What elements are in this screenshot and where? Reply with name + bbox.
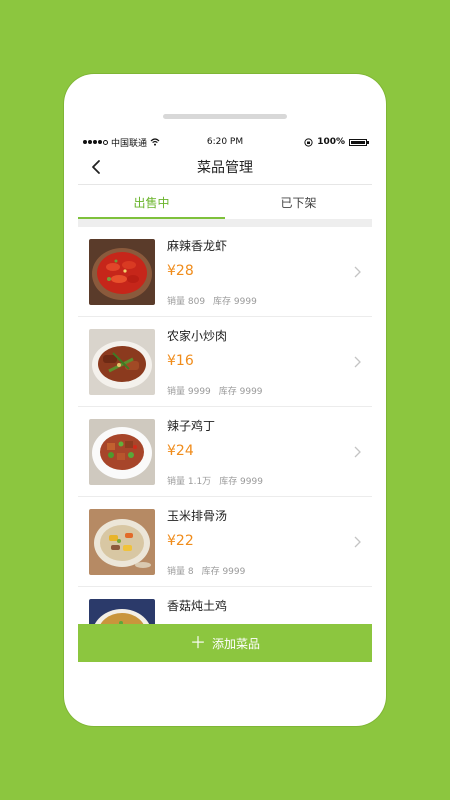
battery-percent: 100% (317, 137, 345, 147)
dish-item[interactable]: 玉米排骨汤 ¥22 销量 8 库存 9999 (78, 497, 372, 587)
dish-price: ¥16 (167, 353, 194, 369)
add-dish-label: 添加菜品 (212, 636, 261, 651)
tab-bar: 出售中 已下架 (78, 185, 372, 219)
dish-name: 辣子鸡丁 (167, 419, 216, 433)
dish-item[interactable]: 农家小炒肉 ¥16 销量 9999 库存 9999 (78, 317, 372, 407)
tab-off-shelf[interactable]: 已下架 (225, 185, 372, 219)
section-divider (78, 219, 372, 227)
add-dish-button[interactable]: ＋ 添加菜品 (78, 624, 372, 662)
dish-name: 麻辣香龙虾 (167, 239, 228, 253)
dish-name: 农家小炒肉 (167, 329, 228, 343)
status-bar: 中国联通 6:20 PM 100% (78, 134, 372, 150)
sales-count: 销量 9999 (167, 387, 211, 397)
dish-item[interactable]: 辣子鸡丁 ¥24 销量 1.1万 库存 9999 (78, 407, 372, 497)
chevron-right-icon (354, 266, 361, 278)
stock-count: 库存 9999 (218, 387, 263, 397)
sales-count: 销量 8 (167, 567, 194, 577)
dish-item[interactable]: 麻辣香龙虾 ¥28 销量 809 库存 9999 (78, 227, 372, 317)
wifi-icon (150, 138, 160, 146)
battery-icon (349, 138, 369, 146)
dish-image (89, 239, 155, 305)
stock-count: 库存 9999 (213, 297, 257, 307)
stock-count: 库存 9999 (201, 567, 246, 577)
app-screen: 中国联通 6:20 PM 100% 菜品管理 出售中 已下架 麻辣香龙虾 ¥28… (78, 134, 372, 662)
sales-count: 销量 809 (167, 297, 206, 307)
stock-count: 库存 9999 (219, 477, 263, 487)
nav-bar: 菜品管理 (78, 150, 372, 185)
dish-image (89, 329, 155, 395)
carrier-label: 中国联通 (111, 138, 148, 149)
page-title: 菜品管理 (197, 160, 253, 176)
tab-label: 已下架 (280, 195, 317, 210)
phone-speaker (163, 114, 287, 119)
dish-name: 香菇炖土鸡 (167, 599, 228, 613)
dish-image (89, 509, 155, 575)
signal-icon (83, 139, 108, 145)
dish-price: ¥24 (167, 443, 194, 459)
dish-price: ¥22 (167, 533, 194, 549)
chevron-right-icon (354, 536, 361, 548)
chevron-right-icon (354, 356, 361, 368)
dish-name: 玉米排骨汤 (167, 509, 228, 523)
tab-on-sale[interactable]: 出售中 (78, 185, 225, 219)
dish-list: 麻辣香龙虾 ¥28 销量 809 库存 9999 农家小炒肉 ¥16 销量 99… (78, 227, 372, 662)
sales-count: 销量 1.1万 (167, 477, 212, 487)
dish-image (89, 419, 155, 485)
dish-price: ¥28 (167, 263, 194, 279)
chevron-right-icon (354, 446, 361, 458)
rotation-lock-icon (304, 137, 313, 147)
tab-label: 出售中 (133, 195, 170, 210)
plus-icon: ＋ (189, 633, 206, 652)
back-arrow-icon[interactable] (88, 158, 106, 176)
